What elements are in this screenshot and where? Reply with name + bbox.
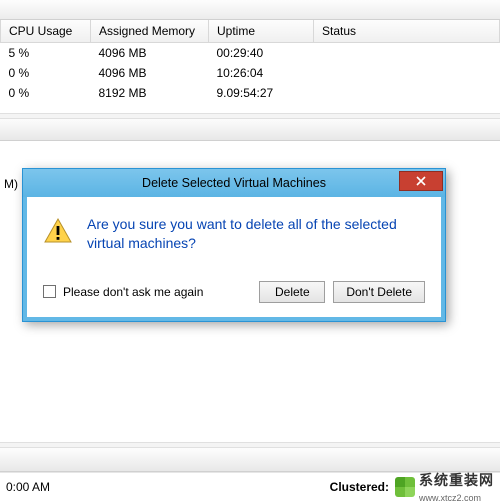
dont-ask-label: Please don't ask me again [63,285,203,299]
dont-ask-checkbox[interactable] [43,285,56,298]
dialog-titlebar[interactable]: Delete Selected Virtual Machines [23,169,445,197]
table-row[interactable]: 5 % 4096 MB 00:29:40 [1,43,500,64]
details-label-fragment: M) [4,177,18,191]
table-row[interactable]: 0 % 4096 MB 10:26:04 [1,63,500,83]
statusbar-clustered-label: Clustered: [330,480,389,494]
delete-vms-dialog: Delete Selected Virtual Machines Are you… [22,168,446,322]
cell-mem: 8192 MB [91,83,209,103]
dialog-close-button[interactable] [399,171,443,191]
dialog-message: Are you sure you want to delete all of t… [87,215,425,253]
vm-table: CPU Usage Assigned Memory Uptime Status … [0,20,500,103]
cell-uptime: 00:29:40 [209,43,314,64]
toolbar-strip [0,0,500,20]
table-row[interactable]: 0 % 8192 MB 9.09:54:27 [1,83,500,103]
cell-cpu: 0 % [1,83,91,103]
cell-uptime: 9.09:54:27 [209,83,314,103]
details-header-strip [0,119,500,141]
cell-status [314,63,500,83]
watermark-text: 系统重装网 www.xtcz2.com [419,470,494,504]
cell-status [314,43,500,64]
dont-delete-button[interactable]: Don't Delete [333,281,425,303]
statusbar-time: 0:00 AM [6,480,50,494]
cell-cpu: 5 % [1,43,91,64]
col-uptime[interactable]: Uptime [209,20,314,43]
cell-uptime: 10:26:04 [209,63,314,83]
cell-cpu: 0 % [1,63,91,83]
cell-mem: 4096 MB [91,43,209,64]
delete-button[interactable]: Delete [259,281,325,303]
col-assigned-memory[interactable]: Assigned Memory [91,20,209,43]
table-header-row: CPU Usage Assigned Memory Uptime Status [1,20,500,43]
watermark: 系统重装网 www.xtcz2.com [395,470,494,504]
cell-mem: 4096 MB [91,63,209,83]
watermark-logo-icon [395,477,415,497]
close-icon [416,176,426,186]
warning-icon [43,217,73,248]
dialog-title: Delete Selected Virtual Machines [23,176,445,190]
col-cpu-usage[interactable]: CPU Usage [1,20,91,43]
lower-header-strip [0,448,500,472]
col-status[interactable]: Status [314,20,500,43]
cell-status [314,83,500,103]
status-bar: 0:00 AM Clustered: 系统重装网 www.xtcz2.com [0,472,500,500]
